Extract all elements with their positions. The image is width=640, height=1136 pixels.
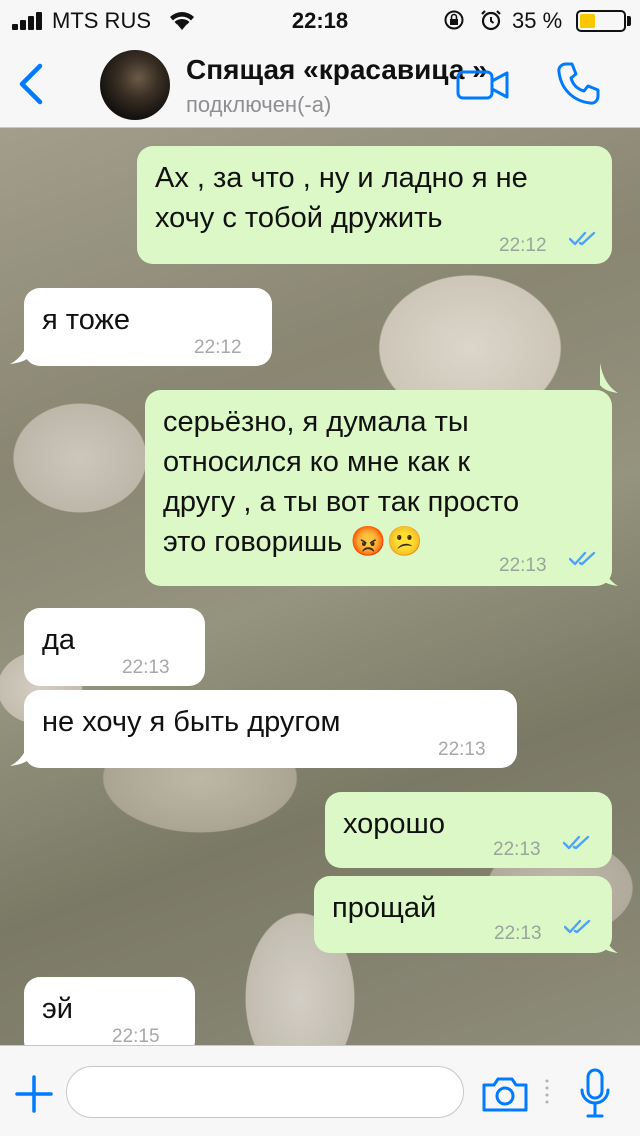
message-incoming[interactable]: не хочу я быть другом 22:13 — [24, 690, 517, 768]
alarm-icon — [481, 10, 501, 31]
read-ticks-icon — [564, 919, 591, 934]
camera-icon[interactable] — [480, 1074, 530, 1114]
back-chevron-icon[interactable] — [14, 62, 46, 106]
input-bar — [0, 1045, 640, 1136]
message-text: прощай — [332, 892, 437, 924]
message-text: Ах , за что , ну и ладно я не хочу с тоб… — [155, 162, 528, 234]
message-time: 22:13 — [122, 657, 170, 678]
message-incoming[interactable]: да 22:13 — [24, 608, 205, 686]
separator-dots — [545, 1079, 549, 1104]
message-incoming[interactable]: эй 22:15 — [24, 977, 195, 1045]
status-bar: MTS RUS 22:18 35 % — [0, 0, 640, 40]
battery-icon — [576, 10, 626, 32]
message-outgoing[interactable]: серьёзно, я думала ты относился ко мне к… — [145, 390, 612, 586]
phone-call-icon[interactable] — [554, 60, 602, 108]
message-outgoing[interactable]: хорошо 22:13 — [325, 792, 612, 868]
message-input[interactable] — [66, 1066, 464, 1118]
chat-header: Спящая «красавица » подключен(-а) — [0, 40, 640, 128]
message-text: не хочу я быть другом — [42, 706, 341, 738]
read-ticks-icon — [569, 551, 596, 566]
message-incoming[interactable]: я тоже 22:12 — [24, 288, 272, 366]
message-text: эй — [42, 993, 73, 1025]
message-text: да — [42, 624, 76, 656]
plus-icon[interactable] — [14, 1074, 54, 1114]
bubble-tail — [600, 363, 618, 393]
read-ticks-icon — [563, 835, 590, 850]
microphone-icon[interactable] — [578, 1068, 612, 1120]
battery-fill — [580, 14, 595, 28]
message-time: 22:15 — [112, 1026, 160, 1045]
message-outgoing[interactable]: Ах , за что , ну и ладно я не хочу с тоб… — [137, 146, 612, 264]
battery-tip — [627, 16, 631, 26]
message-text: я тоже — [42, 304, 131, 336]
contact-name[interactable]: Спящая «красавица » — [186, 54, 488, 86]
orientation-lock-icon — [444, 10, 464, 30]
avatar[interactable] — [100, 50, 170, 120]
message-text: хорошо — [343, 808, 445, 840]
message-time: 22:12 — [499, 235, 547, 256]
message-time: 22:13 — [499, 555, 547, 576]
read-ticks-icon — [569, 231, 596, 246]
video-call-icon[interactable] — [456, 66, 510, 102]
battery-percent: 35 % — [512, 8, 563, 33]
chat-area[interactable]: Ах , за что , ну и ладно я не хочу с тоб… — [0, 128, 640, 1045]
message-time: 22:12 — [194, 337, 242, 358]
message-text: серьёзно, я думала ты относился ко мне к… — [163, 406, 520, 558]
message-outgoing[interactable]: прощай 22:13 — [314, 876, 612, 953]
message-time: 22:13 — [438, 739, 486, 760]
message-time: 22:13 — [493, 839, 541, 860]
message-time: 22:13 — [494, 923, 542, 944]
contact-status: подключен(-а) — [186, 92, 332, 117]
